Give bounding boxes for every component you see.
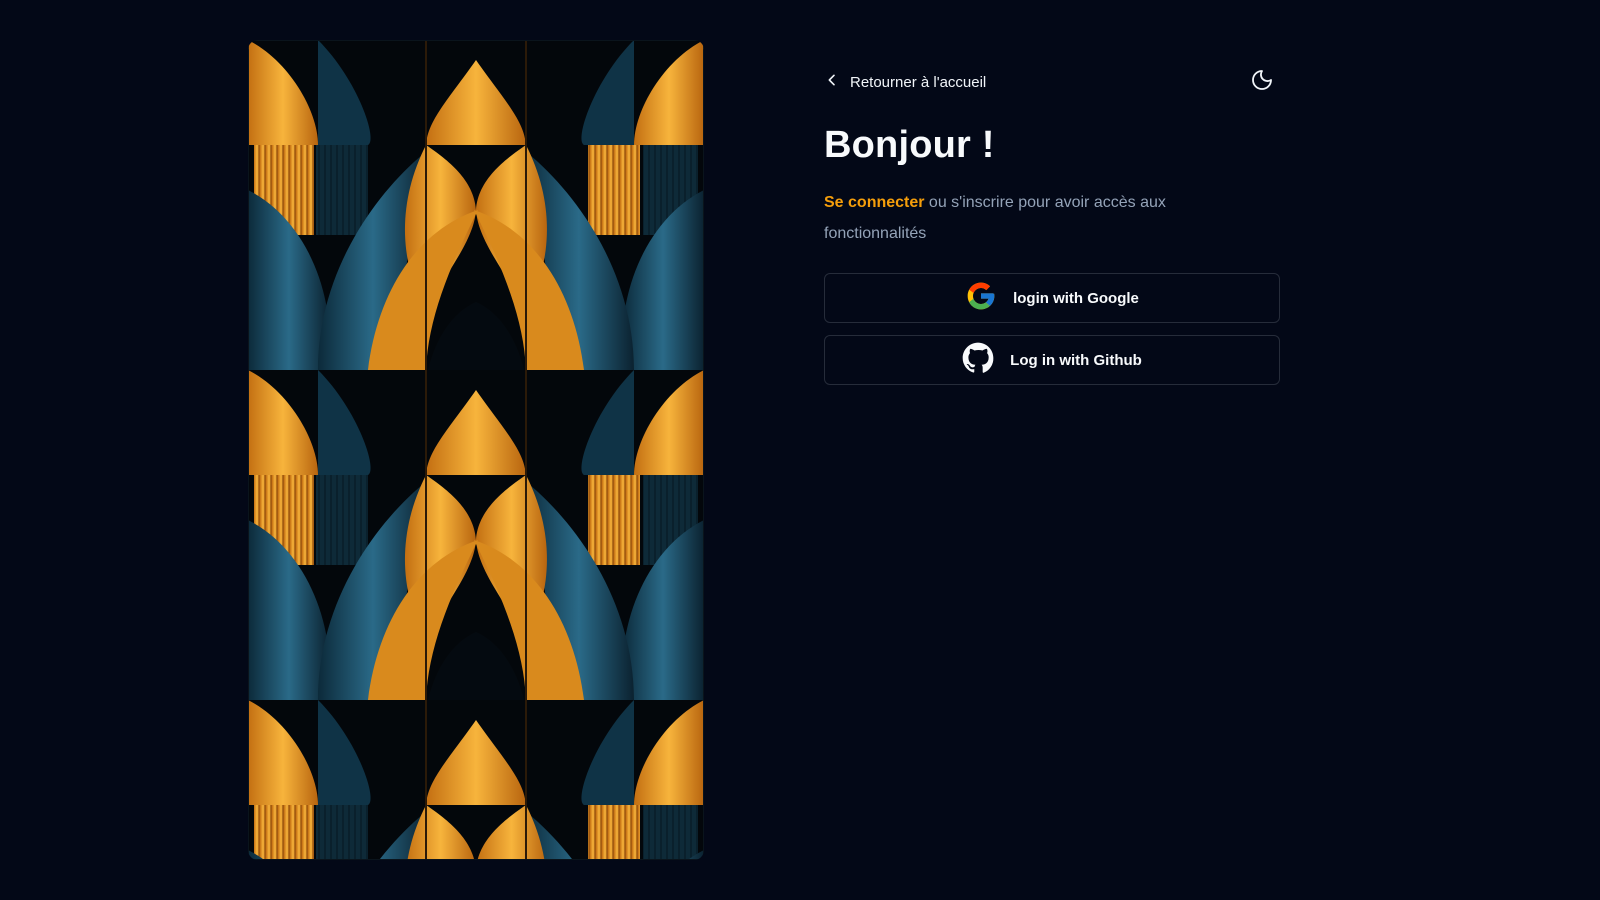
google-icon bbox=[965, 280, 997, 316]
google-login-button[interactable]: login with Google bbox=[824, 273, 1280, 323]
sign-in-highlight: Se connecter bbox=[824, 194, 925, 211]
login-page: Retourner à l'accueil Bonjour ! Se conne… bbox=[0, 0, 1600, 900]
auth-topbar: Retourner à l'accueil bbox=[824, 60, 1280, 104]
auth-panel: Retourner à l'accueil Bonjour ! Se conne… bbox=[824, 60, 1280, 385]
theme-toggle-button[interactable] bbox=[1244, 64, 1280, 100]
page-subtitle: Se connecter ou s'inscrire pour avoir ac… bbox=[824, 187, 1224, 249]
github-login-label: Log in with Github bbox=[1010, 351, 1142, 369]
moon-icon bbox=[1250, 68, 1274, 97]
google-login-label: login with Google bbox=[1013, 289, 1139, 307]
github-login-button[interactable]: Log in with Github bbox=[824, 335, 1280, 385]
decorative-pattern-image bbox=[248, 40, 704, 860]
back-home-link[interactable]: Retourner à l'accueil bbox=[824, 72, 986, 92]
github-icon bbox=[962, 342, 994, 378]
chevron-left-icon bbox=[824, 72, 840, 92]
page-title: Bonjour ! bbox=[824, 124, 995, 166]
back-home-label: Retourner à l'accueil bbox=[850, 73, 987, 91]
